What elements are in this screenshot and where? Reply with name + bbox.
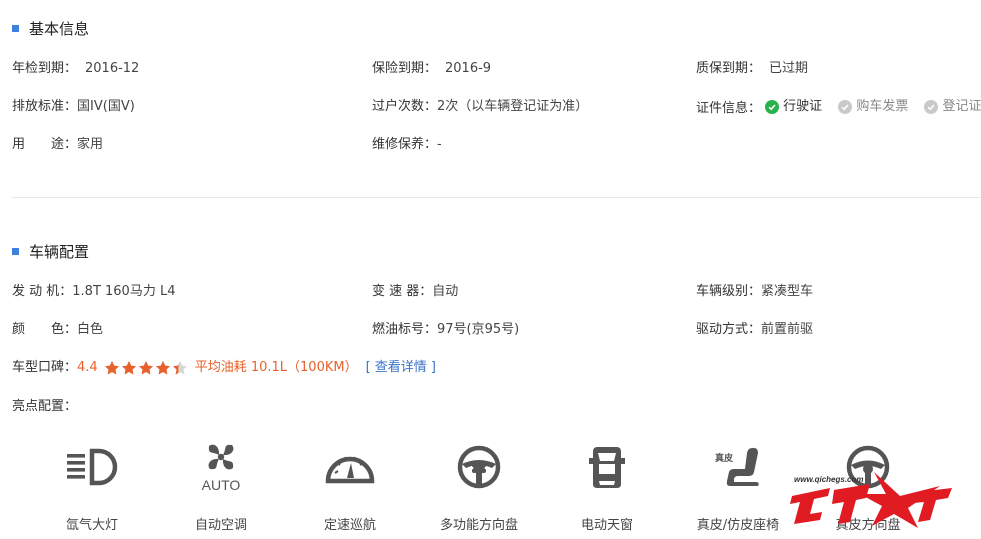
check-circle-icon <box>924 100 939 114</box>
check-circle-icon <box>765 100 780 114</box>
svg-text:www.qichegs.com: www.qichegs.com <box>794 475 864 484</box>
star-icon <box>172 361 187 375</box>
vehicle-class-value: 紧凑型车 <box>761 284 814 299</box>
check-circle-icon <box>838 100 853 114</box>
feature-name: 氙气大灯 <box>65 518 118 533</box>
auto-ac-fan-icon: AUTO <box>166 440 276 494</box>
svg-text:真皮: 真皮 <box>715 452 734 464</box>
xenon-headlight-icon <box>37 440 147 494</box>
section-header-config: 车辆配置 <box>12 241 89 261</box>
feature-multifunction-wheel: 多功能方向盘 <box>424 440 534 533</box>
rating-label: 车型口碑： <box>12 360 78 375</box>
cert-registration: 登记证 <box>924 97 981 117</box>
star-icon <box>138 361 153 375</box>
section-marker <box>12 24 19 32</box>
usage-label: 用 途： <box>12 137 78 152</box>
cruise-control-gauge-icon <box>295 440 405 494</box>
svg-text:AUTO: AUTO <box>202 477 241 493</box>
rating-score: 4.4 <box>77 360 98 375</box>
section-header-basic: 基本信息 <box>12 18 89 38</box>
config-row-1: 发 动 机：1.8T 160马力 L4 变 速 器：自动 车辆级别：紧凑型车 <box>12 282 981 302</box>
drive-type-value: 前置前驱 <box>761 322 814 337</box>
cert-purchase-invoice: 购车发票 <box>838 97 908 117</box>
transfer-count-value: 2次（以车辆登记证为准） <box>437 99 589 114</box>
feature-auto-ac: AUTO 自动空调 <box>166 440 276 533</box>
section-divider <box>12 197 981 198</box>
documents-label: 证件信息： <box>696 101 762 116</box>
multifunction-steering-wheel-icon <box>424 440 534 494</box>
star-icon <box>155 361 170 375</box>
feature-sunroof: 电动天窗 <box>552 440 662 533</box>
warranty-value: 已过期 <box>769 61 809 76</box>
insurance-label: 保险到期： <box>372 61 438 76</box>
sunroof-car-icon <box>552 440 662 494</box>
engine-value: 1.8T 160马力 L4 <box>72 284 176 299</box>
drive-type-label: 驱动方式： <box>696 322 762 337</box>
fuel-grade-value: 97号(京95号) <box>437 322 520 337</box>
star-icon <box>121 361 136 375</box>
star-rating <box>104 360 189 376</box>
maintenance-value: - <box>437 137 442 152</box>
fuel-grade-label: 燃油标号： <box>372 322 438 337</box>
feature-name: 真皮/仿皮座椅 <box>696 518 780 533</box>
section-title-config: 车辆配置 <box>29 242 90 261</box>
transmission-value: 自动 <box>432 284 459 299</box>
feature-leather-seat: 真皮 真皮/仿皮座椅 <box>683 440 793 533</box>
warranty-label: 质保到期： <box>696 61 762 76</box>
color-label: 颜 色： <box>12 322 78 337</box>
transmission-label: 变 速 器： <box>372 284 433 299</box>
transfer-count-label: 过户次数： <box>372 99 438 114</box>
rating-row: 车型口碑： 4.4 平均油耗 10.1L（100KM） [ 查看详情 ] <box>12 358 981 378</box>
feature-name: 自动空调 <box>194 518 247 533</box>
engine-label: 发 动 机： <box>12 284 73 299</box>
cert-driving-license: 行驶证 <box>765 97 822 117</box>
feature-name: 电动天窗 <box>580 518 633 533</box>
vehicle-class-label: 车辆级别： <box>696 284 762 299</box>
maintenance-label: 维修保养： <box>372 137 438 152</box>
emission-value: 国IV(国V) <box>77 99 135 114</box>
inspection-label: 年检到期： <box>12 61 78 76</box>
highlights-label: 亮点配置： <box>12 399 78 414</box>
basic-row-3: 用 途：家用 维修保养：- <box>12 135 981 155</box>
basic-row-2: 排放标准：国IV(国V) 过户次数：2次（以车辆登记证为准） 证件信息： 行驶证… <box>12 97 981 117</box>
feature-cruise-control: 定速巡航 <box>295 440 405 533</box>
color-value: 白色 <box>77 322 104 337</box>
inspection-value: 2016-12 <box>85 61 140 76</box>
leather-seat-icon: 真皮 <box>683 440 793 494</box>
view-details-link[interactable]: [ 查看详情 ] <box>366 358 436 378</box>
usage-value: 家用 <box>77 137 104 152</box>
config-row-2: 颜 色：白色 燃油标号：97号(京95号) 驱动方式：前置前驱 <box>12 320 981 340</box>
star-icon <box>104 361 119 375</box>
emission-label: 排放标准： <box>12 99 78 114</box>
highlights-row: 亮点配置： <box>12 397 981 417</box>
section-marker <box>12 247 19 255</box>
feature-name: 定速巡航 <box>323 518 376 533</box>
section-title-basic: 基本信息 <box>29 19 90 38</box>
site-watermark-logo: www.qichegs.com <box>790 468 955 530</box>
insurance-value: 2016-9 <box>445 61 492 76</box>
average-fuel-consumption: 平均油耗 10.1L（100KM） <box>194 360 358 375</box>
basic-row-1: 年检到期： 2016-12 保险到期： 2016-9 质保到期： 已过期 <box>12 59 981 79</box>
feature-name: 多功能方向盘 <box>439 518 518 533</box>
feature-xenon-headlight: 氙气大灯 <box>37 440 147 533</box>
